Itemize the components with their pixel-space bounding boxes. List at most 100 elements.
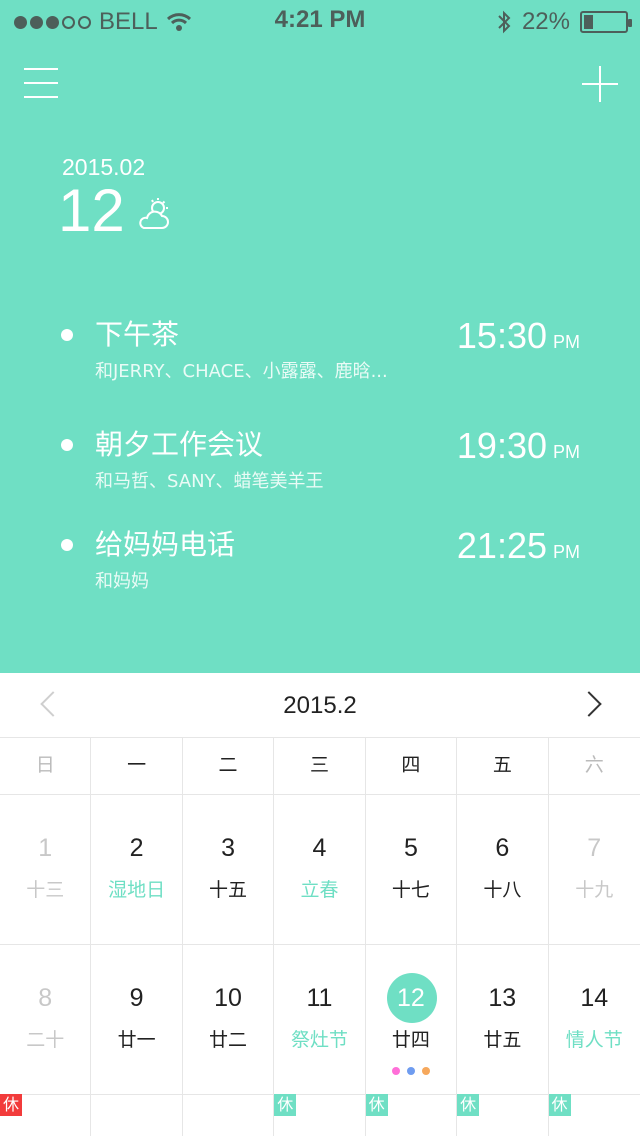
lunar-label: 十七 (391, 879, 430, 901)
weekday-label: 五 (457, 737, 549, 794)
event-ampm: PM (553, 442, 580, 462)
lunar-label: 廿四 (391, 1029, 430, 1051)
event-title: 给妈妈电话 (95, 528, 236, 561)
day-number: 11 (306, 984, 333, 1012)
event-ampm: PM (553, 332, 580, 352)
event-title: 下午茶 (95, 318, 180, 351)
weekday-label: 六 (584, 754, 604, 776)
calendar-partial-row: 休休休休休 (0, 1094, 640, 1136)
lunar-label: 二十 (26, 1029, 65, 1051)
calendar-day[interactable]: 4 立春 (274, 795, 366, 944)
calendar-day-today[interactable]: 12 廿四 (366, 945, 458, 1094)
event-time-value: 15:30 (456, 315, 547, 356)
event-participants: 和马哲、SANY、蜡笔美羊王 (95, 471, 324, 492)
weekday-label: 日 (0, 737, 92, 794)
calendar-title: 2015.2 (283, 692, 357, 719)
day-number: 6 (495, 834, 510, 862)
event-indicator-dots (366, 1067, 456, 1075)
calendar-day[interactable]: 7 十九 (549, 795, 640, 944)
rest-day-tag: 休 (548, 1094, 571, 1116)
calendar-day[interactable]: 5 十七 (366, 795, 458, 944)
lunar-label: 十三 (26, 879, 65, 901)
day-number: 7 (587, 834, 602, 862)
menu-button[interactable] (24, 68, 58, 98)
calendar-day[interactable] (183, 1094, 275, 1136)
event-dot (391, 1067, 400, 1075)
calendar-day[interactable]: 14 情人节 (549, 945, 640, 1094)
partly-cloudy-icon (139, 198, 169, 229)
event-dot (406, 1067, 415, 1075)
lunar-label: 廿五 (483, 1029, 522, 1051)
weekday-row: 日一二三四五 六 (0, 737, 640, 795)
calendar-week: 1 十三 2 湿地日 3 十五 4 立春 5 十七 6 十八 7 十九 (0, 795, 640, 945)
event-item[interactable]: 给妈妈电话和妈妈 21:25 PM (0, 526, 640, 616)
day-number: 1 (38, 834, 53, 862)
day-number: 5 (403, 834, 418, 862)
lunar-label: 廿二 (209, 1029, 248, 1051)
weekday-label: 二 (183, 737, 275, 794)
lunar-label: 湿地日 (108, 879, 166, 901)
rest-day-tag: 休 (457, 1094, 480, 1116)
event-time: 19:30 PM (457, 426, 580, 472)
event-participants: 和妈妈 (95, 571, 149, 592)
battery-icon (580, 11, 632, 33)
calendar-week: 8 二十 9 廿一 10 廿二 11 祭灶节 12 廿四 13 廿五 14 情人节 (0, 945, 640, 1095)
add-event-button[interactable] (582, 66, 618, 102)
calendar-day[interactable]: 休 (0, 1094, 92, 1136)
calendar-day[interactable]: 休 (365, 1094, 458, 1136)
day-number: 8 (38, 984, 53, 1012)
lunar-label: 十五 (209, 879, 248, 901)
event-time-value: 19:30 (456, 425, 547, 466)
lunar-label: 情人节 (565, 1029, 623, 1051)
day-number: 2 (129, 834, 144, 862)
rest-day-tag: 休 (274, 1094, 297, 1116)
day-number: 12 (396, 984, 425, 1012)
event-item[interactable]: 下午茶和JERRY、CHACE、小露露、鹿晗... 15:30 PM (0, 316, 640, 406)
calendar-header: 2015.2 (0, 673, 640, 738)
calendar-day[interactable]: 休 (274, 1094, 366, 1136)
lunar-label: 廿一 (117, 1029, 156, 1051)
event-participants: 和JERRY、CHACE、小露露、鹿晗... (95, 361, 388, 382)
day-number: 9 (129, 984, 144, 1012)
calendar-day[interactable]: 10 廿二 (183, 945, 275, 1094)
calendar-day[interactable]: 2 湿地日 (91, 795, 183, 944)
calendar-day[interactable]: 9 廿一 (91, 945, 183, 1094)
rest-day-tag: 休 (365, 1094, 388, 1116)
calendar-day[interactable]: 6 十八 (457, 795, 549, 944)
calendar-day[interactable]: 休 (457, 1094, 549, 1136)
day-number: 14 (580, 984, 609, 1012)
weekday-label: 四 (366, 737, 458, 794)
event-time: 21:25 PM (457, 526, 580, 572)
header-day: 12 (58, 177, 125, 244)
weekday-label: 三 (274, 737, 366, 794)
lunar-label: 十八 (483, 879, 522, 901)
calendar: 2015.2 日一二三四五 六 1 十三 2 湿地日 3 十五 4 立春 5 十七 6 十八 7 十九 8 二十… (0, 673, 640, 1136)
lunar-label: 祭灶节 (290, 1029, 348, 1051)
calendar-day[interactable]: 11 祭灶节 (274, 945, 366, 1094)
lunar-label: 立春 (300, 879, 339, 901)
day-number: 4 (312, 834, 327, 862)
event-bullet (61, 329, 73, 341)
weekday-label: 一 (91, 737, 183, 794)
rest-day-tag: 休 (0, 1094, 22, 1116)
lunar-label: 十九 (575, 879, 614, 901)
calendar-day[interactable]: 1 十三 (0, 795, 92, 944)
event-time-value: 21:25 (456, 525, 547, 566)
event-item[interactable]: 朝夕工作会议和马哲、SANY、蜡笔美羊王 19:30 PM (0, 426, 640, 516)
calendar-day[interactable]: 休 (548, 1094, 640, 1136)
event-dot (421, 1067, 430, 1075)
day-number: 3 (221, 834, 235, 862)
header-panel: BELL 4:21 PM 22% 2015.02 12 下午茶 和JERRY、CH… (0, 0, 640, 673)
calendar-day[interactable]: 8 二十 (0, 945, 92, 1094)
bluetooth-icon (498, 10, 511, 34)
calendar-day[interactable] (91, 1094, 183, 1136)
event-bullet (61, 539, 73, 551)
calendar-day[interactable]: 13 廿五 (457, 945, 549, 1094)
calendar-day[interactable]: 3 十五 (183, 795, 275, 944)
status-bar: BELL 4:21 PM 22% (0, 0, 640, 40)
event-bullet (61, 439, 73, 451)
event-title: 朝夕工作会议 (95, 428, 264, 461)
battery-percent: 22% (521, 8, 570, 35)
day-number: 10 (214, 984, 242, 1012)
day-number: 13 (488, 984, 517, 1012)
